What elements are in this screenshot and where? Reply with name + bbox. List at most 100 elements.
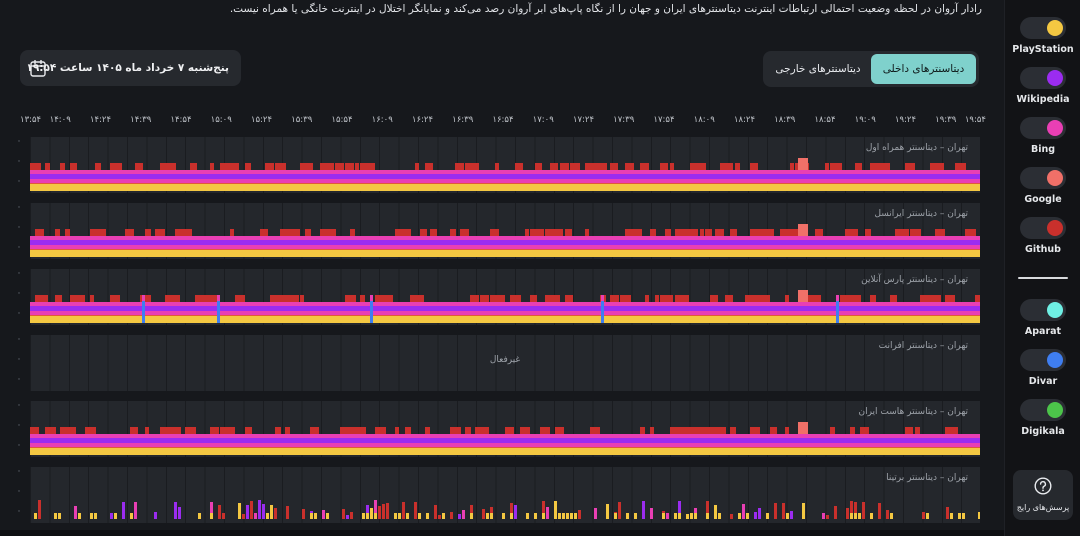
status-segment <box>254 513 257 519</box>
status-segment <box>865 427 869 434</box>
row-markers <box>18 401 22 457</box>
status-segment <box>266 513 269 519</box>
status-segment <box>58 513 61 519</box>
status-segment <box>830 427 835 434</box>
status-segment <box>558 513 561 519</box>
status-segment <box>705 229 712 236</box>
service-name: Google <box>1024 194 1062 205</box>
status-segment <box>774 503 777 519</box>
service-sidebar: PlayStation Wikipedia Bing Google Github Apar… <box>1004 0 1080 536</box>
status-segment <box>834 506 837 519</box>
status-segment <box>594 508 597 519</box>
service-name: Github <box>1025 244 1061 255</box>
status-segment <box>295 295 299 302</box>
status-segment <box>570 513 573 519</box>
status-segment <box>714 513 717 519</box>
status-segment <box>706 513 709 519</box>
service-toggle[interactable] <box>1020 349 1066 371</box>
status-segment <box>210 163 214 170</box>
status-segment <box>742 504 745 519</box>
status-segment <box>690 163 701 170</box>
status-segment <box>570 163 580 170</box>
faq-button[interactable]: پرسش‌های رایج <box>1013 470 1073 520</box>
service-toggle[interactable] <box>1020 17 1066 39</box>
status-segment <box>515 163 523 170</box>
service-name: Digikala <box>1021 426 1065 437</box>
service-toggle[interactable] <box>1020 167 1066 189</box>
status-segment <box>540 427 550 434</box>
service-toggle[interactable] <box>1020 399 1066 421</box>
status-segment <box>418 513 421 519</box>
status-segment <box>600 163 607 170</box>
status-segment <box>458 514 461 519</box>
status-segment <box>217 295 220 301</box>
status-segment <box>450 229 456 236</box>
time-tick: ۱۹:۲۴ <box>894 115 917 125</box>
status-segment <box>30 170 980 174</box>
status-segment <box>465 427 471 434</box>
status-segment <box>905 427 913 434</box>
row-markers <box>18 203 22 259</box>
status-segment <box>790 511 793 519</box>
question-icon <box>1034 477 1052 495</box>
status-segment <box>375 295 386 302</box>
status-segment <box>685 427 696 434</box>
time-tick: ۱۹:۵۴ <box>964 115 986 125</box>
status-segment <box>500 295 505 302</box>
status-segment <box>680 295 689 302</box>
horizontal-scrollbar[interactable] <box>0 530 1004 536</box>
wikipedia-icon <box>1047 70 1063 86</box>
status-segment <box>490 513 493 519</box>
service-toggle[interactable] <box>1020 217 1066 239</box>
status-segment <box>470 163 479 170</box>
time-tick: ۱۴:۰۹ <box>49 115 71 125</box>
status-segment <box>386 503 389 519</box>
status-segment <box>735 163 740 170</box>
status-segment <box>78 513 81 519</box>
date-picker[interactable]: پنج‌شنبه ۷ خرداد ماه ۱۴۰۵ ساعت ۱۹:۵۴ <box>20 50 241 86</box>
status-segment <box>265 163 274 170</box>
status-segment <box>555 295 560 302</box>
status-segment <box>978 512 980 519</box>
status-bars <box>30 290 980 323</box>
status-segment <box>366 513 369 519</box>
status-segment <box>870 513 873 519</box>
tab-foreign-datacenters[interactable]: دیتاسنترهای خارجی <box>767 54 869 84</box>
status-segment <box>725 295 733 302</box>
status-segment <box>434 505 437 519</box>
status-segment <box>915 427 920 434</box>
status-segment <box>738 513 741 519</box>
status-segment <box>610 163 618 170</box>
datacenter-label: تهران – دیتاسنتر ایرانسل <box>874 209 968 219</box>
status-segment <box>665 229 671 236</box>
service-toggle[interactable] <box>1020 117 1066 139</box>
tab-domestic-datacenters[interactable]: دیتاسنترهای داخلی <box>871 54 976 84</box>
status-segment <box>378 506 381 519</box>
status-segment <box>30 183 980 184</box>
time-tick: ۱۶:۲۴ <box>411 115 434 125</box>
status-segment <box>115 163 122 170</box>
status-segment <box>765 295 770 302</box>
row-markers <box>18 269 22 325</box>
status-segment <box>675 229 686 236</box>
status-segment <box>275 163 286 170</box>
status-segment <box>258 500 261 519</box>
status-segment <box>420 229 427 236</box>
status-segment <box>30 434 980 438</box>
status-segment <box>958 513 961 519</box>
service-toggle[interactable] <box>1020 67 1066 89</box>
status-segment <box>345 163 350 170</box>
service-toggle[interactable] <box>1020 299 1066 321</box>
status-segment <box>262 504 265 519</box>
status-segment <box>215 427 219 434</box>
status-segment <box>962 513 965 519</box>
status-segment <box>514 505 517 519</box>
service-name: Bing <box>1030 144 1056 155</box>
status-segment <box>90 295 94 302</box>
status-segment <box>510 513 513 519</box>
status-segment <box>865 229 871 236</box>
status-segment <box>782 503 785 519</box>
status-segment <box>270 295 280 302</box>
status-segment <box>470 513 473 519</box>
status-segment <box>730 514 733 519</box>
